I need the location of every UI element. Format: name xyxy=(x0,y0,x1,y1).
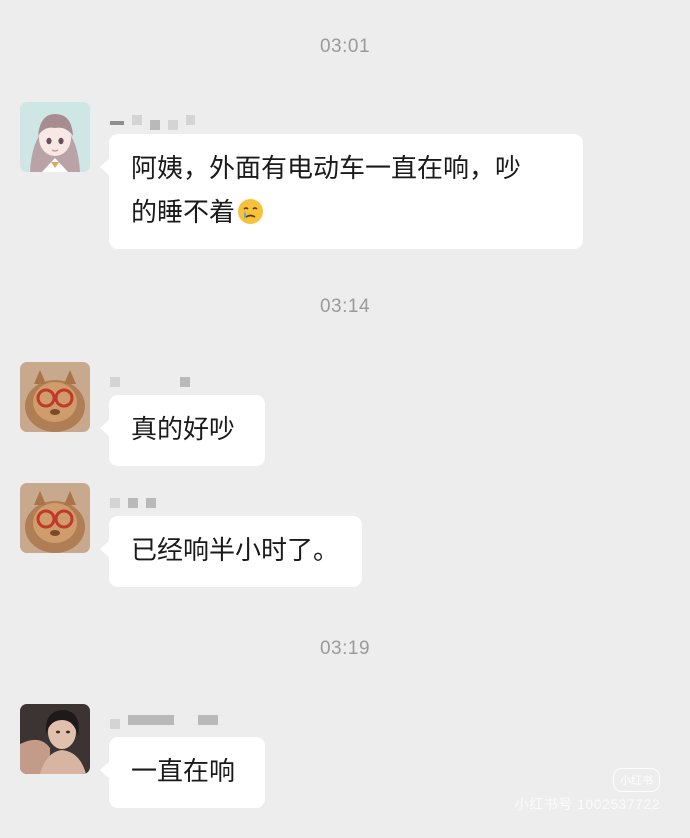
avatar-woman-photo[interactable] xyxy=(20,704,90,774)
message-text: 一直在响 xyxy=(131,757,236,787)
timestamp: 03:19 xyxy=(319,638,371,659)
message-text: 真的好吵 xyxy=(131,415,236,445)
timestamp: 03:01 xyxy=(319,36,371,57)
watermark-logo: 小红书 xyxy=(613,768,660,792)
message-text: 已经响半小时了。 xyxy=(131,536,340,566)
timestamp: 03:14 xyxy=(319,296,371,317)
avatar-anime-girl[interactable] xyxy=(20,102,90,172)
message-text: 的睡不着 xyxy=(131,198,236,228)
avatar-cat[interactable] xyxy=(20,362,90,432)
sender-name-redacted xyxy=(110,112,195,130)
watermark-id: 小红书号 1002537722 xyxy=(514,796,660,812)
crying-face-emoji-icon xyxy=(237,195,264,224)
message-bubble[interactable]: 已经响半小时了。 xyxy=(100,516,362,587)
sender-name-redacted xyxy=(110,374,190,390)
message-bubble[interactable]: 真的好吵 xyxy=(100,395,265,466)
woman-photo-avatar-icon xyxy=(20,704,90,774)
cat-with-glasses-avatar-icon xyxy=(20,362,90,432)
sender-name-redacted xyxy=(110,495,156,511)
message-text: 阿姨，外面有电动车一直在响，吵 xyxy=(131,154,522,184)
message-bubble[interactable]: 阿姨，外面有电动车一直在响，吵 的睡不着 xyxy=(100,134,583,249)
sender-name-redacted xyxy=(110,712,218,729)
message-bubble[interactable]: 一直在响 xyxy=(100,737,265,808)
cat-with-glasses-avatar-icon xyxy=(20,483,90,553)
avatar-cat[interactable] xyxy=(20,483,90,553)
anime-girl-avatar-icon xyxy=(20,102,90,172)
